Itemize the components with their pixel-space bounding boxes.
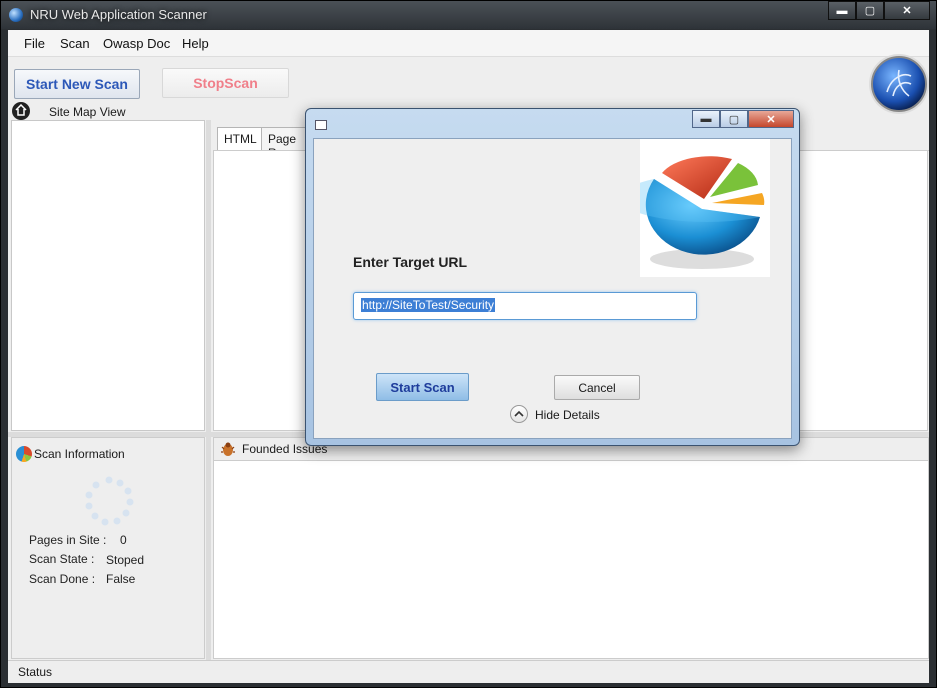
dialog-minimize-button[interactable]: ▬ xyxy=(692,110,720,128)
scan-state-value: Stoped xyxy=(106,553,145,567)
start-new-scan-button[interactable]: Start New Scan xyxy=(14,69,140,99)
owasp-logo-icon xyxy=(871,56,927,112)
cancel-button[interactable]: Cancel xyxy=(554,375,640,400)
menu-bar: File Scan Owasp Doc Help xyxy=(8,30,929,57)
target-url-label: Enter Target URL xyxy=(353,254,468,270)
minimize-button[interactable]: ▬ xyxy=(828,1,856,20)
loading-spinner-icon xyxy=(85,476,134,526)
scan-state-label: Scan State : xyxy=(29,552,95,566)
pages-in-site-value: 0 xyxy=(120,533,127,547)
status-text: Status xyxy=(18,665,53,679)
app-globe-icon xyxy=(9,8,23,22)
issues-panel: Founded Issues xyxy=(213,437,929,659)
target-url-dialog: ▬ ▢ ✕ Enter Target URL http://SiteToTest… xyxy=(305,108,800,446)
dialog-close-button[interactable]: ✕ xyxy=(748,110,794,128)
pie-chart-icon xyxy=(16,446,32,462)
vertical-splitter[interactable] xyxy=(206,120,211,660)
menu-file[interactable]: File xyxy=(24,36,45,51)
scan-done-label: Scan Done : xyxy=(29,572,96,586)
start-scan-button[interactable]: Start Scan xyxy=(376,373,469,401)
scan-info-title: Scan Information xyxy=(34,447,125,461)
title-bar[interactable]: NRU Web Application Scanner ▬ ▢ ✕ xyxy=(1,1,936,29)
target-url-input[interactable]: http://SiteToTest/Security xyxy=(353,292,697,320)
menu-owasp-doc[interactable]: Owasp Doc xyxy=(103,36,170,51)
pie-chart-image xyxy=(640,139,770,277)
scan-done-value: False xyxy=(106,572,136,586)
sitemap-tree[interactable] xyxy=(11,120,205,431)
hide-details-label: Hide Details xyxy=(535,408,600,422)
dialog-body: Enter Target URL http://SiteToTest/Secur… xyxy=(313,138,792,439)
tab-html[interactable]: HTML xyxy=(217,127,264,150)
stop-scan-button[interactable]: StopScan xyxy=(162,68,289,98)
sitemap-title: Site Map View xyxy=(49,105,126,119)
home-icon xyxy=(12,102,30,120)
dialog-maximize-button[interactable]: ▢ xyxy=(720,110,748,128)
dialog-window-icon xyxy=(315,120,327,130)
chevron-up-icon xyxy=(510,405,528,423)
bug-icon xyxy=(221,442,235,456)
menu-help[interactable]: Help xyxy=(182,36,209,51)
scan-info-panel: Scan Information Pages in Site : 0 Scan … xyxy=(11,437,205,659)
window-title: NRU Web Application Scanner xyxy=(30,7,207,22)
pages-in-site-label: Pages in Site : xyxy=(29,533,107,547)
target-url-value: http://SiteToTest/Security xyxy=(361,298,496,312)
menu-scan[interactable]: Scan xyxy=(60,36,90,51)
status-bar: Status xyxy=(8,660,929,683)
close-button[interactable]: ✕ xyxy=(884,1,930,20)
maximize-button[interactable]: ▢ xyxy=(856,1,884,20)
